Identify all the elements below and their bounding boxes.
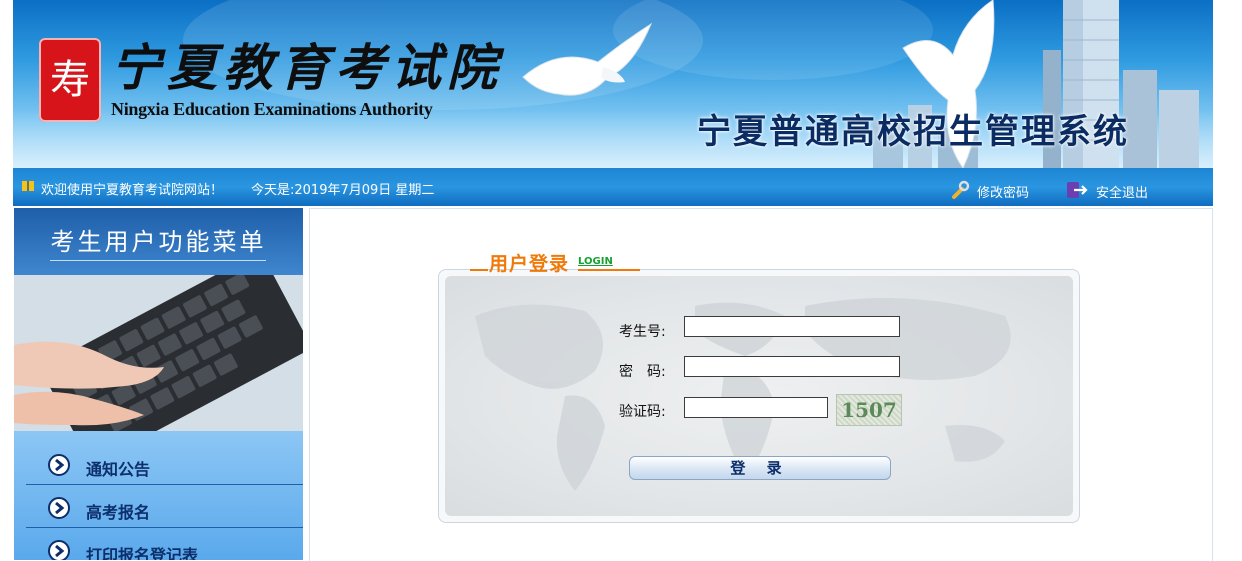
exam-id-input[interactable] xyxy=(684,316,900,337)
sidebar-title-divider xyxy=(50,260,266,261)
sidebar-menu: 通知公告 高考报名 打印报名登记表 xyxy=(14,431,303,560)
change-password-link[interactable]: 修改密码 xyxy=(977,182,1029,201)
login-title: 用户登录 xyxy=(489,253,570,275)
login-panel xyxy=(438,269,1080,523)
captcha-label: 验证码: xyxy=(619,404,666,420)
sidebar-title: 考生用户功能菜单 xyxy=(50,228,267,256)
world-map-background-image xyxy=(475,298,1011,491)
sidebar-item-label: 通知公告 xyxy=(86,460,151,479)
login-button[interactable]: 登 录 xyxy=(629,456,891,480)
sidebar-item-label: 打印报名登记表 xyxy=(86,546,199,560)
login-panel-inner xyxy=(445,276,1073,516)
sidebar-item-registration[interactable]: 高考报名 xyxy=(26,486,303,528)
password-input[interactable] xyxy=(684,356,900,377)
sidebar-item-print-form[interactable]: 打印报名登记表 xyxy=(26,529,303,560)
wrench-icon[interactable] xyxy=(950,180,970,200)
dove-image xyxy=(522,22,653,96)
sidebar-item-notices[interactable]: 通知公告 xyxy=(26,443,303,485)
logo-seal-icon: 寿 xyxy=(39,38,101,122)
info-bar: 欢迎使用宁夏教育考试院网站！ 今天是:2019年7月09日 星期二 修改密码 安… xyxy=(13,168,1213,206)
menu-divider xyxy=(26,484,303,485)
sidebar-header: 考生用户功能菜单 xyxy=(14,208,303,275)
menu-divider xyxy=(26,527,303,528)
keyboard-photo-image xyxy=(14,275,303,431)
header-banner: 寿 宁夏教育考试院 Ningxia Education Examinations… xyxy=(13,0,1213,168)
date-text: 今天是:2019年7月09日 星期二 xyxy=(251,183,435,198)
exit-icon[interactable] xyxy=(1064,178,1088,202)
system-title: 宁夏普通高校招生管理系统 xyxy=(697,112,1129,152)
logout-link[interactable]: 安全退出 xyxy=(1096,182,1148,201)
captcha-image[interactable]: 1507 xyxy=(836,394,902,426)
exam-id-label: 考生号: xyxy=(619,324,666,340)
password-label: 密 码: xyxy=(619,364,666,380)
chevron-right-circle-icon xyxy=(48,540,70,560)
sidebar: 考生用户功能菜单 通知公告 高考报名 打印报名登记表 xyxy=(14,208,303,560)
sidebar-item-label: 高考报名 xyxy=(86,503,151,522)
welcome-book-icon xyxy=(22,181,34,191)
welcome-text: 欢迎使用宁夏教育考试院网站！ xyxy=(41,183,224,198)
chevron-right-circle-icon xyxy=(48,497,70,519)
captcha-input[interactable] xyxy=(684,397,828,418)
chevron-right-circle-icon xyxy=(48,454,70,476)
logo-title-en: Ningxia Education Examinations Authority xyxy=(111,99,433,119)
logo-title-cn: 宁夏教育考试院 xyxy=(111,38,503,97)
login-subtitle: LOGIN xyxy=(578,256,613,267)
